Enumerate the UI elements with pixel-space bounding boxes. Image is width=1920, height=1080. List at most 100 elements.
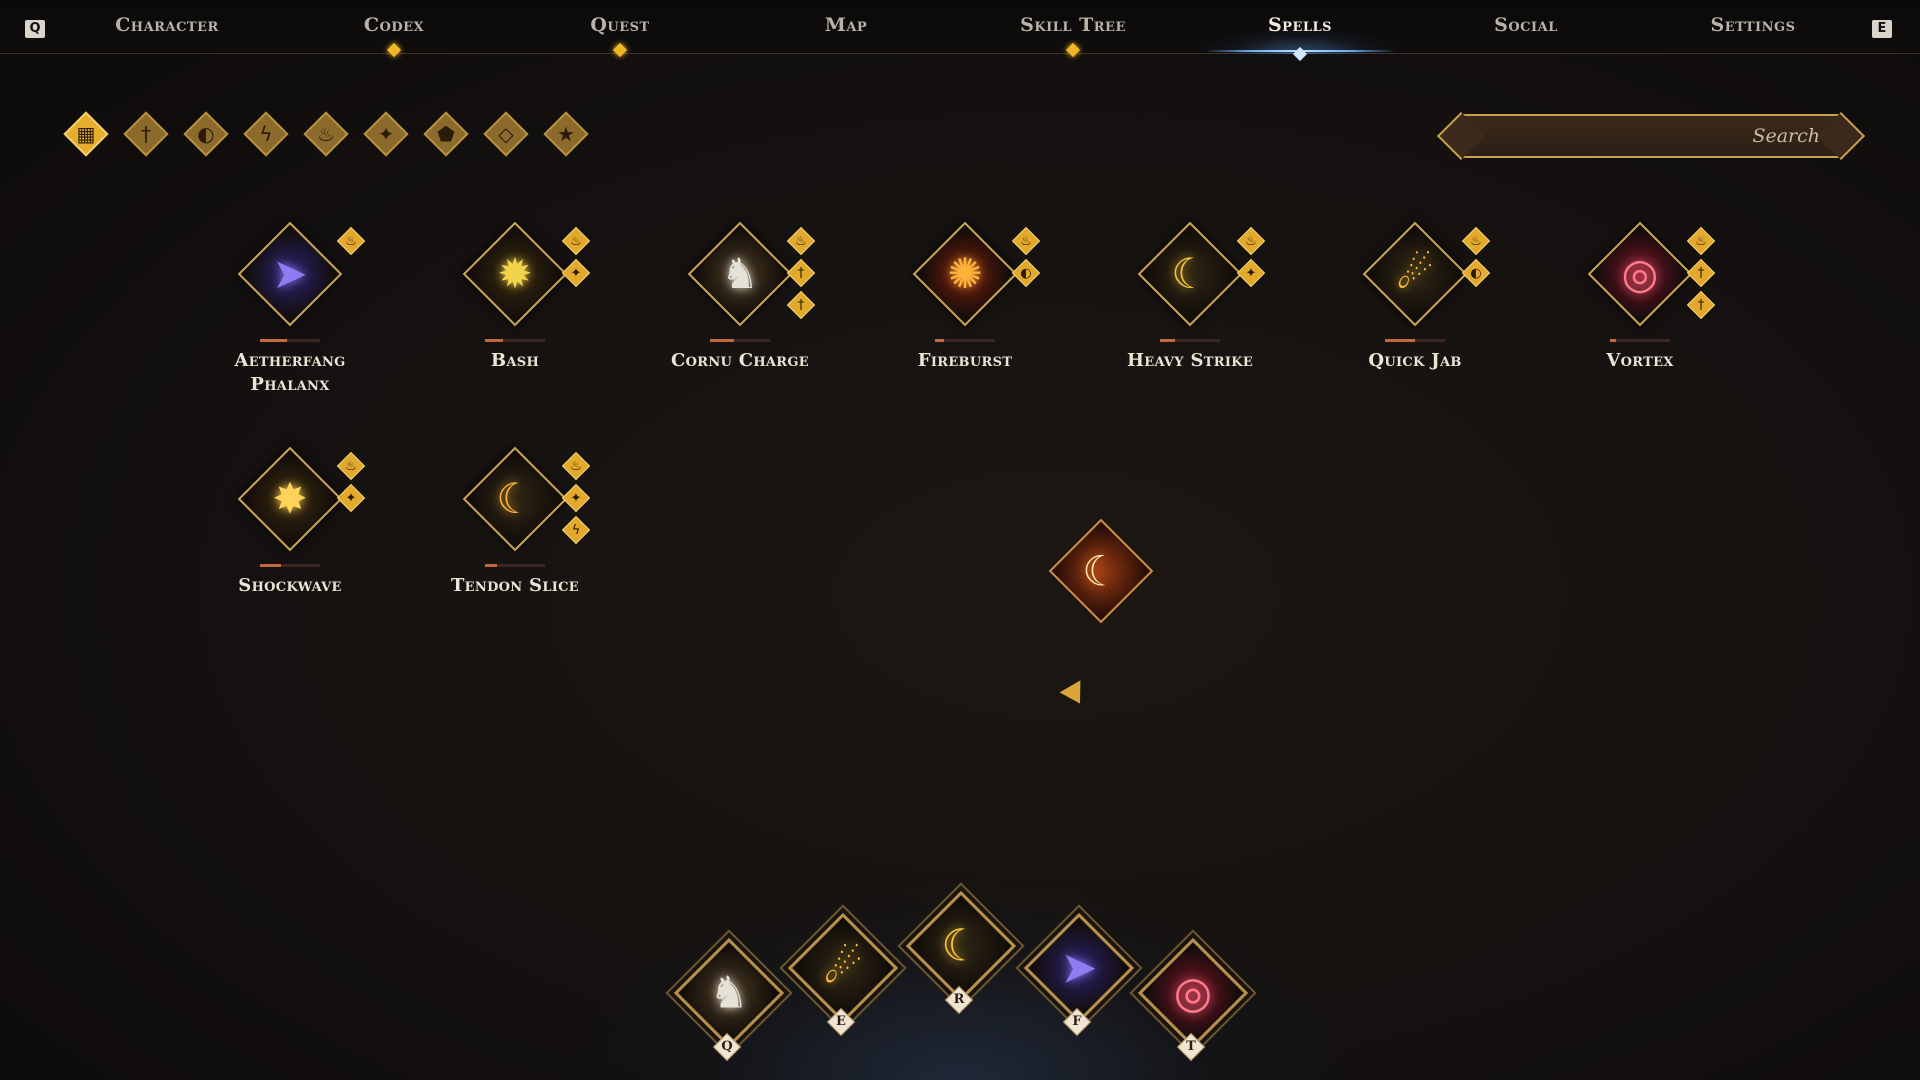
filter-fire[interactable]: ♨ <box>303 111 349 157</box>
sword-filter-icon: † <box>141 122 151 146</box>
spell-progress-bar <box>1385 339 1445 342</box>
spell-icon-frame: ✹ <box>462 221 568 327</box>
lightning-filter-icon: ϟ <box>259 122 273 146</box>
rhino-charge-icon: ♞ <box>709 967 749 1019</box>
hotkey-label: Q <box>721 1039 733 1054</box>
spell-tag: ♨ <box>336 451 366 486</box>
spell-progress-fill <box>1385 339 1415 342</box>
shockwave-icon: ✸ <box>272 474 308 523</box>
spell-tag-icon: ✦ <box>570 491 582 506</box>
hotkey-badge: Q <box>712 1032 742 1062</box>
hotkey-badge: F <box>1062 1007 1092 1037</box>
hotbar-slot-f[interactable]: ➤ F <box>1018 912 1138 1045</box>
filter-lightning[interactable]: ϟ <box>243 111 289 157</box>
spell-progress-bar <box>260 339 320 342</box>
filter-star[interactable]: ★ <box>543 111 589 157</box>
spell-tag: ✦ <box>561 483 591 518</box>
spell-card[interactable]: ✸ ♨ ✦ Shockwave <box>210 446 390 642</box>
spell-tag: † <box>786 290 816 325</box>
spell-tag-icon: ♨ <box>795 234 807 249</box>
spell-card[interactable]: ☄ ♨ ◐ Quick Jab <box>1335 221 1515 417</box>
hotbar-icon-frame: ☄ <box>787 912 899 1024</box>
vortex-icon: ◎ <box>1173 967 1213 1019</box>
filter-shield[interactable]: ⬟ <box>423 111 469 157</box>
hotbar-slot-r[interactable]: ☾ R <box>900 890 1020 1023</box>
crescent-strike-icon: ☾ <box>1171 249 1209 298</box>
spell-card[interactable]: ☾ ♨ ✦ ϟ Tendon Slice <box>435 446 615 642</box>
spell-tag-icon: ♨ <box>570 234 582 249</box>
spell-progress-bar <box>1160 339 1220 342</box>
spell-tag-icon: ♨ <box>1470 234 1482 249</box>
gem-filter-icon: ◇ <box>498 122 514 146</box>
spell-progress-fill <box>935 339 944 342</box>
spell-icon-frame: ➤ <box>237 221 343 327</box>
spell-tag: ♨ <box>336 226 366 261</box>
spell-tag-icon: ◐ <box>1470 266 1482 281</box>
spell-tag: ✦ <box>561 258 591 293</box>
spell-tag-icon: ✦ <box>570 266 582 281</box>
filter-gem[interactable]: ◇ <box>483 111 529 157</box>
tab-character[interactable]: Character <box>57 14 277 36</box>
top-navigation: Q Character Codex Quest Map Skill Tree S… <box>0 0 1920 62</box>
hotbar-slot-e[interactable]: ☄ E <box>782 912 902 1045</box>
next-tab-key-icon[interactable]: E <box>1872 20 1892 38</box>
spell-tags: ♨ ◐ <box>1461 226 1491 293</box>
hotkey-badge: R <box>944 985 974 1015</box>
spell-icon-frame: ✺ <box>912 221 1018 327</box>
spell-progress-bar <box>935 339 995 342</box>
spell-tag: ♨ <box>1686 226 1716 261</box>
tab-social[interactable]: Social <box>1416 14 1636 36</box>
hotbar-slot-t[interactable]: ◎ T <box>1132 937 1252 1070</box>
tab-quest[interactable]: Quest <box>510 14 730 36</box>
spell-card[interactable]: ✹ ♨ ✦ Bash <box>435 221 615 417</box>
dragged-spell[interactable]: ☾ <box>1048 518 1154 624</box>
spell-tag: ◐ <box>1011 258 1041 293</box>
spell-progress-bar <box>260 564 320 567</box>
spell-tag: ◐ <box>1461 258 1491 293</box>
all-filter-icon: ▦ <box>76 122 96 146</box>
filter-sword[interactable]: † <box>123 111 169 157</box>
prev-tab-key-icon[interactable]: Q <box>25 20 45 38</box>
spell-tag-icon: † <box>1697 298 1705 313</box>
fire-filter-icon: ♨ <box>317 122 335 146</box>
hotbar-icon-frame: ♞ <box>673 937 785 1049</box>
spell-tags: ♨ ◐ <box>1011 226 1041 293</box>
spear-burst-icon: ➤ <box>272 249 308 298</box>
tab-skill-tree[interactable]: Skill Tree <box>963 14 1183 36</box>
tab-spells[interactable]: Spells <box>1190 14 1410 36</box>
spell-icon-frame: ☾ <box>462 446 568 552</box>
spell-name: Cornu Charge <box>670 350 810 371</box>
filter-target[interactable]: ✦ <box>363 111 409 157</box>
skill-tree-notification-icon <box>1065 42 1081 58</box>
spell-tag-icon: ✦ <box>1245 266 1257 281</box>
hotkey-label: F <box>1072 1014 1082 1029</box>
filter-all[interactable]: ▦ <box>63 111 109 157</box>
star-filter-icon: ★ <box>557 122 575 146</box>
spell-card[interactable]: ✺ ♨ ◐ Fireburst <box>885 221 1065 417</box>
spell-tag: † <box>1686 290 1716 325</box>
spear-burst-icon: ➤ <box>1060 942 1098 994</box>
fire-burst-icon: ✺ <box>947 249 983 298</box>
spell-card[interactable]: ➤ ♨ Aetherfang Phalanx <box>210 221 390 417</box>
spell-card[interactable]: ◎ ♨ † † Vortex <box>1560 221 1740 417</box>
hotkey-badge: E <box>826 1007 856 1037</box>
spell-tag-icon: ♨ <box>1020 234 1032 249</box>
spell-name: Vortex <box>1606 350 1674 371</box>
spell-tag: ✦ <box>1236 258 1266 293</box>
helmet-filter-icon: ◐ <box>197 122 215 146</box>
tab-map[interactable]: Map <box>736 14 956 36</box>
tab-codex[interactable]: Codex <box>284 14 504 36</box>
spell-tag: ♨ <box>786 226 816 261</box>
spell-card[interactable]: ♞ ♨ † † Cornu Charge <box>660 221 840 417</box>
spell-name: Aetherfang Phalanx <box>234 350 346 395</box>
spell-tag-icon: ✦ <box>345 491 357 506</box>
codex-notification-icon <box>386 42 402 58</box>
hotbar-slot-q[interactable]: ♞ Q <box>668 937 788 1070</box>
spell-name: Tendon Slice <box>450 575 579 596</box>
spell-tags: ♨ ✦ ϟ <box>561 451 591 550</box>
filter-helmet[interactable]: ◐ <box>183 111 229 157</box>
spell-card[interactable]: ☾ ♨ ✦ Heavy Strike <box>1110 221 1290 417</box>
tab-settings[interactable]: Settings <box>1643 14 1863 36</box>
spell-progress-bar <box>485 564 545 567</box>
search-input[interactable] <box>1470 118 1826 154</box>
